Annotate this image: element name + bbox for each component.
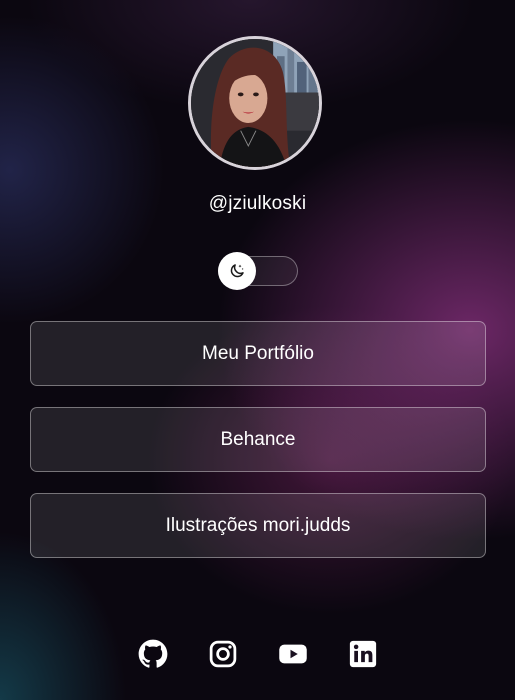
avatar-photo <box>191 39 319 167</box>
linkedin-icon[interactable] <box>347 638 379 670</box>
link-button-illustrations[interactable]: Ilustrações mori.judds <box>30 493 486 558</box>
link-list: Meu Portfólio Behance Ilustrações mori.j… <box>30 321 486 579</box>
moon-icon <box>230 264 244 278</box>
social-links <box>0 638 515 670</box>
github-icon[interactable] <box>137 638 169 670</box>
youtube-icon[interactable] <box>277 638 309 670</box>
theme-toggle-knob[interactable] <box>218 252 256 290</box>
instagram-icon[interactable] <box>207 638 239 670</box>
avatar <box>188 36 322 170</box>
link-tree-page: @jziulkoski Meu Portfólio Behance Ilustr… <box>0 0 515 700</box>
theme-toggle[interactable] <box>218 252 298 290</box>
link-button-behance[interactable]: Behance <box>30 407 486 472</box>
profile-handle: @jziulkoski <box>208 193 307 214</box>
link-button-portfolio[interactable]: Meu Portfólio <box>30 321 486 386</box>
